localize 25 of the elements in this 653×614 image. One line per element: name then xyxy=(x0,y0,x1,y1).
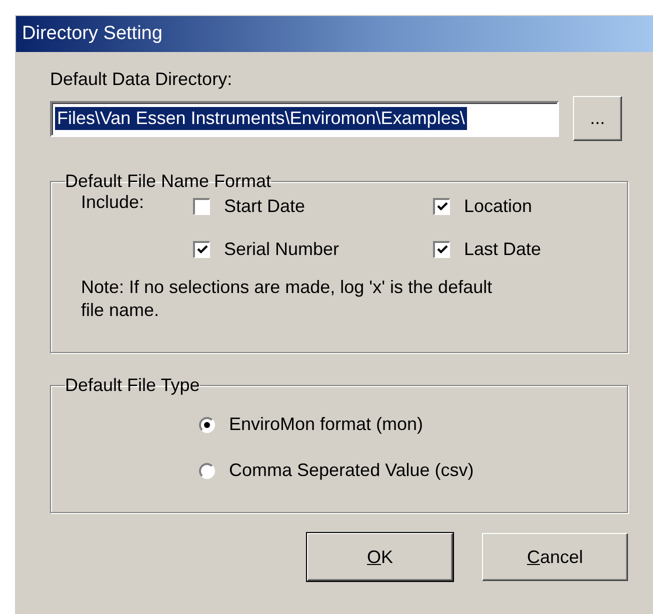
checkbox[interactable] xyxy=(193,198,210,215)
window-title: Directory Setting xyxy=(16,16,653,52)
browse-button[interactable]: ... xyxy=(573,96,622,141)
directory-label: Default Data Directory: xyxy=(50,69,234,90)
radio-button[interactable] xyxy=(199,462,215,478)
group-title: Default File Name Format xyxy=(65,171,272,192)
include-label: Include: xyxy=(81,192,146,213)
checkbox-option[interactable]: Start Date xyxy=(193,196,433,217)
check-icon xyxy=(436,202,448,212)
radio-option[interactable]: EnviroMon format (mon) xyxy=(199,414,613,435)
dialog-button[interactable]: OK xyxy=(307,533,453,581)
check-icon xyxy=(436,245,448,255)
checkbox-option[interactable]: Last Date xyxy=(433,239,613,260)
radio-option[interactable]: Comma Seperated Value (csv) xyxy=(199,460,613,481)
directory-field[interactable]: Files\Van Essen Instruments\Enviromon\Examples\ xyxy=(50,100,559,136)
group-title: Default File Type xyxy=(65,375,200,396)
note-text: Note: If no selections are made, log 'x' is the default file name. xyxy=(81,276,494,322)
dialog-button[interactable]: Cancel xyxy=(482,533,628,581)
checkbox[interactable] xyxy=(193,241,210,258)
checkbox[interactable] xyxy=(433,198,450,215)
radio-button[interactable] xyxy=(199,416,215,432)
checkbox-option[interactable]: Serial Number xyxy=(193,239,433,260)
checkbox-option[interactable]: Location xyxy=(433,196,613,217)
check-icon xyxy=(196,245,208,255)
checkbox[interactable] xyxy=(433,241,450,258)
